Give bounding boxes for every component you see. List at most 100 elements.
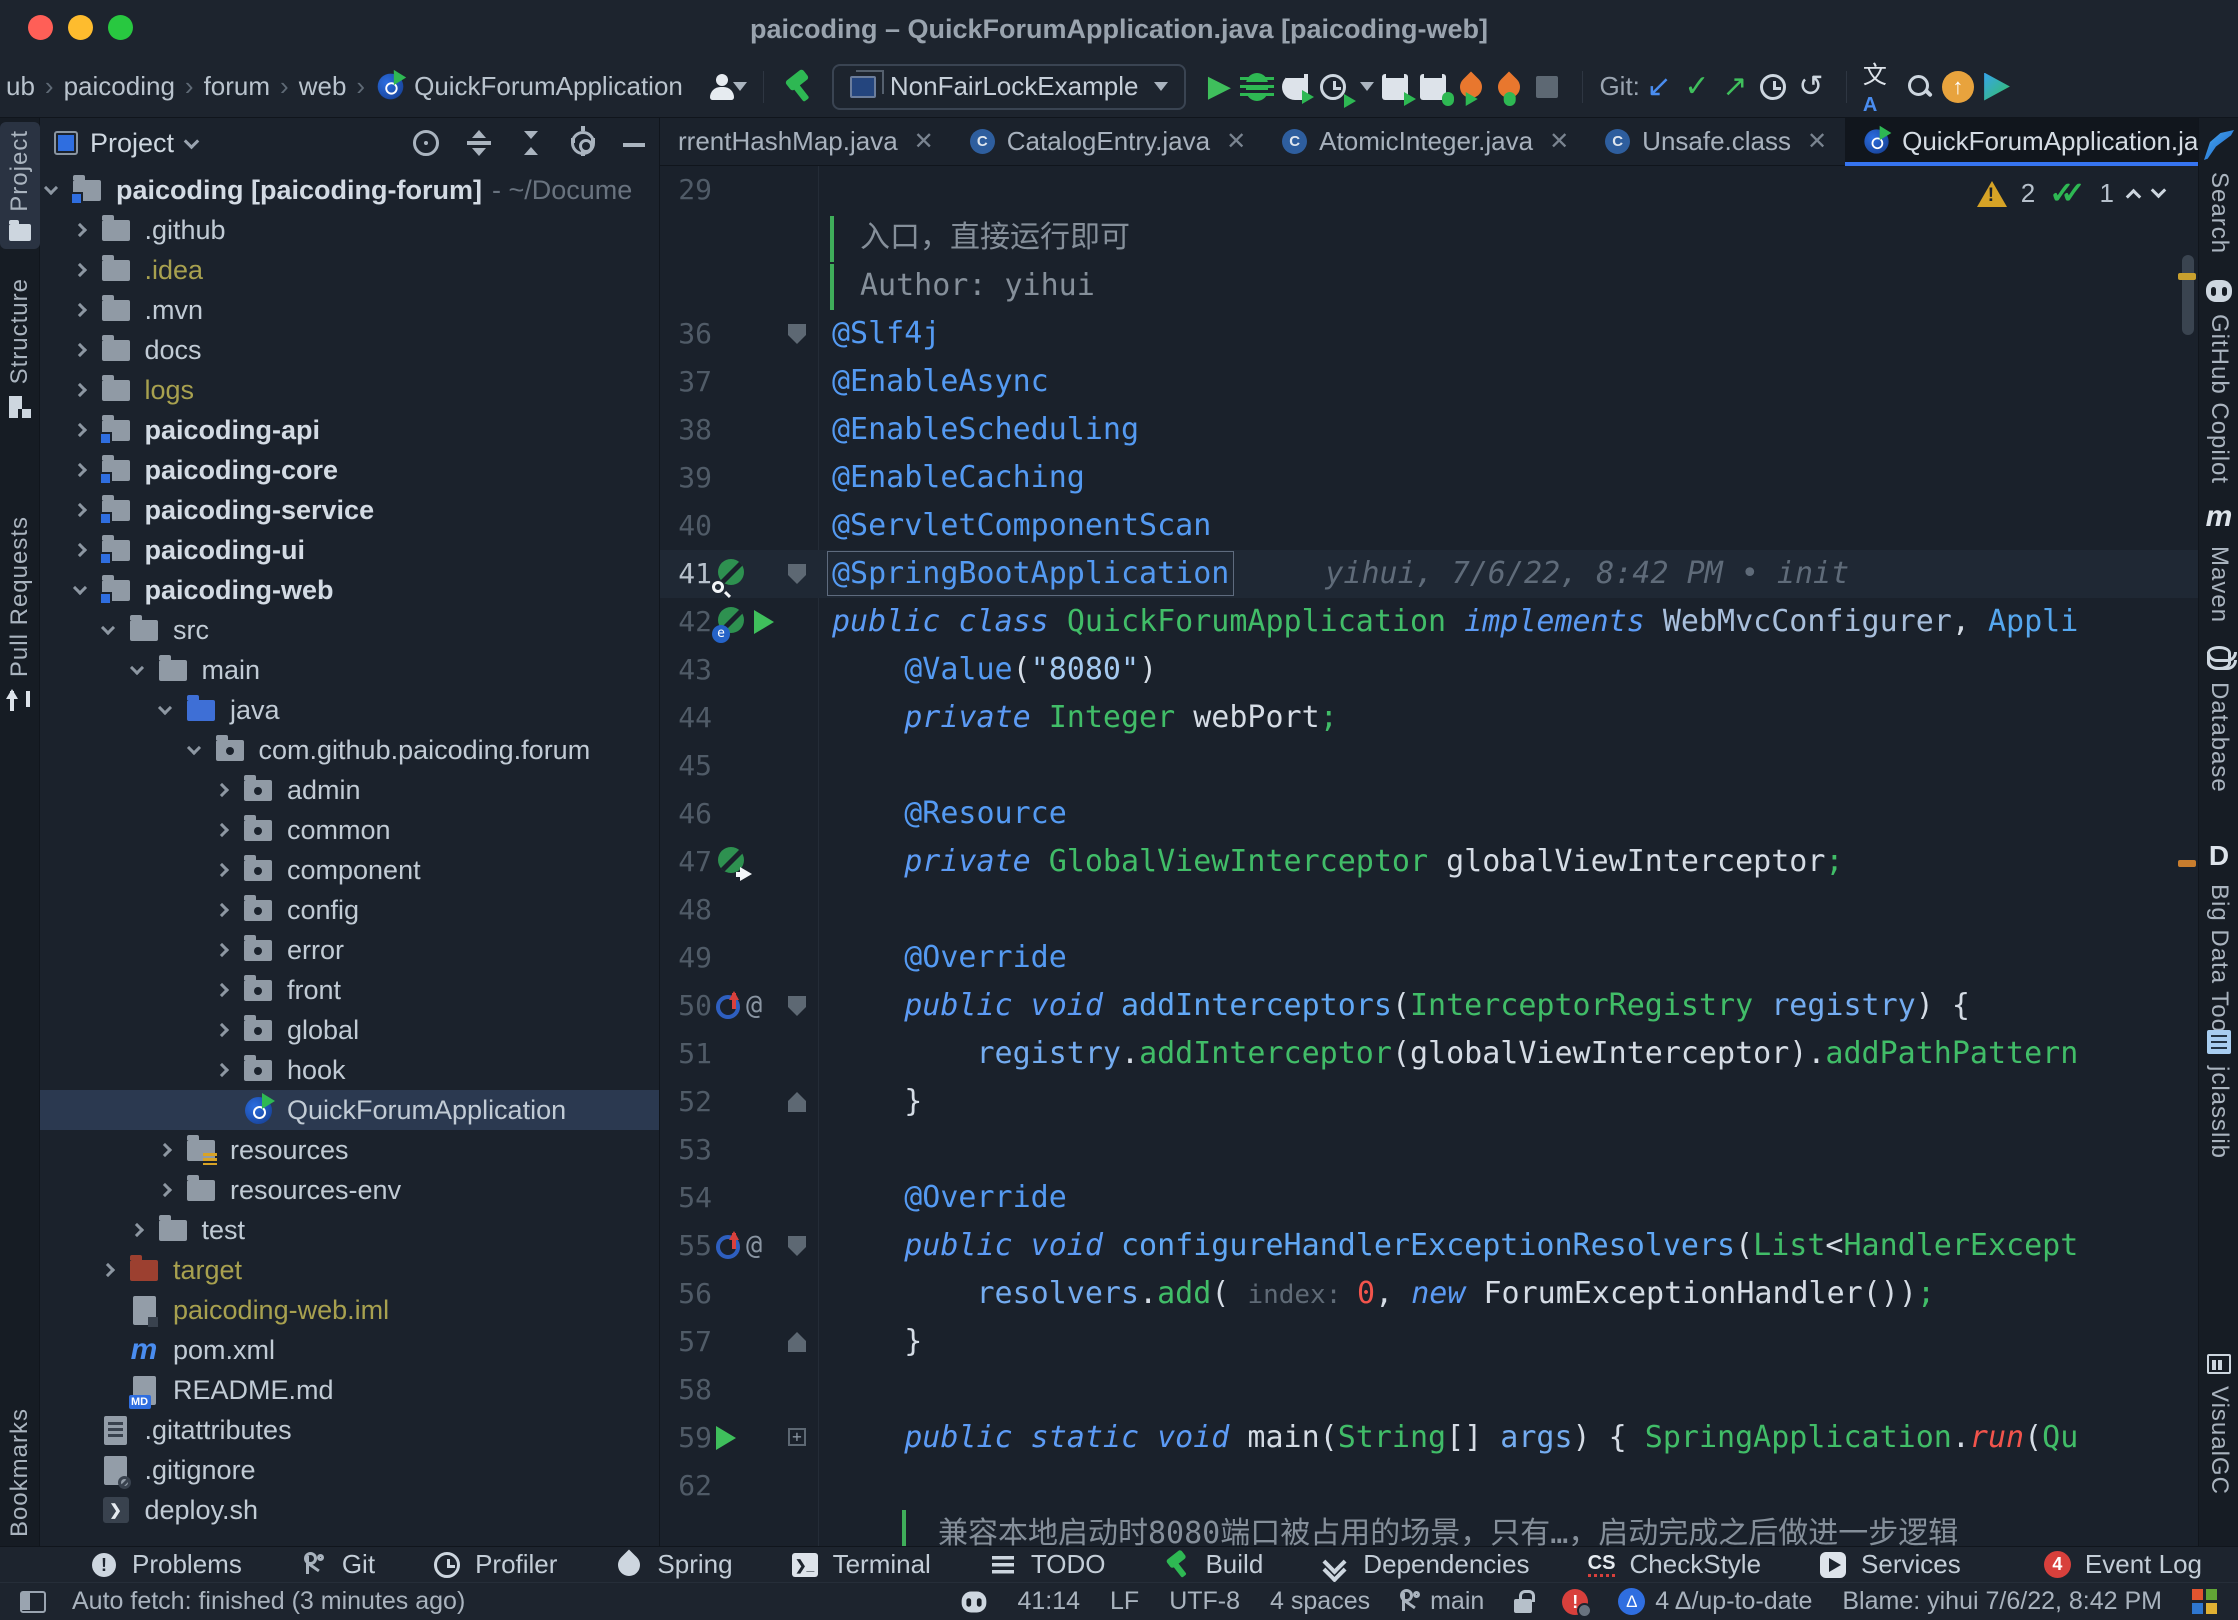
code-line-56[interactable]: 56 resolvers.add( index: 0, new ForumExc… bbox=[660, 1270, 2198, 1318]
chevron-expanded-icon[interactable] bbox=[158, 701, 172, 715]
git-push-button[interactable]: ↗ bbox=[1716, 68, 1754, 106]
code-line-55[interactable]: 55@ public void configureHandlerExceptio… bbox=[660, 1222, 2198, 1270]
tree-item-.mvn[interactable]: .mvn bbox=[40, 290, 660, 330]
toolwindow-tab-pull-requests[interactable]: Pull Requests bbox=[0, 516, 40, 713]
gradient-run-button[interactable] bbox=[1977, 68, 2015, 106]
status-widget-41-14[interactable]: 41:14 bbox=[1017, 1587, 1080, 1616]
toolwindow-tab-visualgc[interactable]: VisualGC bbox=[2199, 1354, 2238, 1495]
breadcrumb-item-paicoding[interactable]: paicoding bbox=[64, 71, 175, 102]
toolwindow-tab-search[interactable]: Search bbox=[2199, 130, 2238, 254]
status-widget-4[interactable]: Δ4 Δ/up-to-date bbox=[1618, 1587, 1812, 1616]
editor-tab-QuickForumApplication.java[interactable]: QuickForumApplication.java✕ bbox=[1845, 118, 2198, 165]
debug-button[interactable] bbox=[1238, 68, 1276, 106]
code-line-54[interactable]: 54 @Override bbox=[660, 1174, 2198, 1222]
code-line-41[interactable]: 41@SpringBootApplicationyihui, 7/6/22, 8… bbox=[660, 550, 2198, 598]
code-line-49[interactable]: 49 @Override bbox=[660, 934, 2198, 982]
user-account-button[interactable] bbox=[709, 68, 747, 106]
build-project-button[interactable] bbox=[780, 68, 818, 106]
code-line-42[interactable]: 42epublic class QuickForumApplication im… bbox=[660, 598, 2198, 646]
code-line-40[interactable]: 40@ServletComponentScan bbox=[660, 502, 2198, 550]
code-line-38[interactable]: 38@EnableScheduling bbox=[660, 406, 2198, 454]
chevron-collapsed-icon[interactable] bbox=[72, 383, 86, 397]
code-line-45[interactable]: 45 bbox=[660, 742, 2198, 790]
tree-item-component[interactable]: component bbox=[40, 850, 660, 890]
chevron-collapsed-icon[interactable] bbox=[72, 463, 86, 477]
breadcrumb[interactable]: ub›paicoding›forum›web›QuickForumApplica… bbox=[0, 71, 683, 102]
tree-item-paicoding-web[interactable]: paicoding-web bbox=[40, 570, 660, 610]
toolwindow-button-build[interactable]: Build bbox=[1163, 1549, 1263, 1580]
warning-stripe-mark[interactable] bbox=[2178, 273, 2196, 280]
close-icon[interactable]: ✕ bbox=[1226, 127, 1246, 156]
code-editor[interactable]: 29入口，直接运行即可Author: yihui36@Slf4j37@Enabl… bbox=[660, 166, 2198, 1546]
toolwindow-tab-maven[interactable]: m Maven bbox=[2199, 500, 2238, 623]
capture-memory-debug-button[interactable] bbox=[1414, 68, 1452, 106]
code-line-51[interactable]: 51 registry.addInterceptor(globalViewInt… bbox=[660, 1030, 2198, 1078]
git-history-button[interactable] bbox=[1754, 68, 1792, 106]
capture-memory-run-button[interactable] bbox=[1376, 68, 1414, 106]
chevron-collapsed-icon[interactable] bbox=[215, 903, 229, 917]
close-icon[interactable]: ✕ bbox=[914, 127, 934, 156]
tree-item-paicoding-web.iml[interactable]: paicoding-web.iml bbox=[40, 1290, 660, 1330]
close-icon[interactable]: ✕ bbox=[1807, 127, 1827, 156]
gutter-icon-beanrun[interactable]: e bbox=[716, 598, 818, 646]
toolwindow-tab-big-data-tools[interactable]: D Big Data Tools bbox=[2199, 840, 2238, 1052]
chevron-expanded-icon[interactable] bbox=[186, 741, 200, 755]
tree-item-logs[interactable]: logs bbox=[40, 370, 660, 410]
toolwindow-button-todo[interactable]: TODO bbox=[989, 1549, 1106, 1580]
tree-item-.idea[interactable]: .idea bbox=[40, 250, 660, 290]
chevron-collapsed-icon[interactable] bbox=[72, 223, 86, 237]
close-icon[interactable]: ✕ bbox=[1549, 127, 1569, 156]
code-line-52[interactable]: 52 } bbox=[660, 1078, 2198, 1126]
toolwindow-tab-jclasslib[interactable]: jclasslib bbox=[2199, 1030, 2238, 1159]
tree-item-paicoding-ui[interactable]: paicoding-ui bbox=[40, 530, 660, 570]
editor-tab-rrentHashMap.java[interactable]: rrentHashMap.java✕ bbox=[660, 118, 952, 165]
locate-file-button[interactable] bbox=[413, 130, 439, 156]
chevron-collapsed-icon[interactable] bbox=[215, 823, 229, 837]
tree-item-front[interactable]: front bbox=[40, 970, 660, 1010]
tree-item-config[interactable]: config bbox=[40, 890, 660, 930]
git-rollback-button[interactable]: ↺ bbox=[1792, 68, 1830, 106]
chevron-collapsed-icon[interactable] bbox=[215, 943, 229, 957]
code-line-36[interactable]: 36@Slf4j bbox=[660, 310, 2198, 358]
profile-button[interactable] bbox=[1314, 68, 1352, 106]
code-line-57[interactable]: 57 } bbox=[660, 1318, 2198, 1366]
fold-marker[interactable]: + bbox=[788, 1428, 806, 1446]
status-widget-LF[interactable]: LF bbox=[1110, 1587, 1139, 1616]
toolwindow-tab-database[interactable]: Database bbox=[2199, 646, 2238, 793]
toolwindow-button-dependencies[interactable]: Dependencies bbox=[1321, 1549, 1529, 1580]
tree-item-paicoding-core[interactable]: paicoding-core bbox=[40, 450, 660, 490]
code-line-44[interactable]: 44 private Integer webPort; bbox=[660, 694, 2198, 742]
fold-marker[interactable] bbox=[788, 324, 806, 344]
chevron-collapsed-icon[interactable] bbox=[72, 423, 86, 437]
tree-item-.gitignore[interactable]: .gitignore bbox=[40, 1450, 660, 1490]
chevron-expanded-icon[interactable] bbox=[101, 621, 115, 635]
code-line-58[interactable]: 58 bbox=[660, 1366, 2198, 1414]
toolwindow-layout-icon[interactable] bbox=[20, 1591, 46, 1613]
status-widget[interactable]: ! bbox=[1562, 1589, 1588, 1615]
code-line-37[interactable]: 37@EnableAsync bbox=[660, 358, 2198, 406]
code-line-48[interactable]: 48 bbox=[660, 886, 2198, 934]
toolwindow-tab-structure[interactable]: Structure bbox=[0, 278, 40, 418]
chevron-collapsed-icon[interactable] bbox=[101, 1263, 115, 1277]
toolwindow-button-spring[interactable]: Spring bbox=[615, 1549, 732, 1580]
chevron-down-icon[interactable] bbox=[184, 133, 200, 149]
toolwindow-button-profiler[interactable]: Profiler bbox=[433, 1549, 557, 1580]
code-line[interactable]: 兼容本地启动时8080端口被占用的场景，只有…，启动完成之后做进一步逻辑 bbox=[660, 1510, 2198, 1546]
tree-item-java[interactable]: java bbox=[40, 690, 660, 730]
chevron-collapsed-icon[interactable] bbox=[215, 863, 229, 877]
status-widget[interactable] bbox=[961, 1591, 987, 1613]
code-line-46[interactable]: 46 @Resource bbox=[660, 790, 2198, 838]
run-button[interactable]: ▶ bbox=[1200, 68, 1238, 106]
fold-marker[interactable] bbox=[788, 1092, 806, 1112]
status-widget[interactable] bbox=[1514, 1591, 1532, 1613]
tree-item-global[interactable]: global bbox=[40, 1010, 660, 1050]
chevron-collapsed-icon[interactable] bbox=[72, 503, 86, 517]
chevron-collapsed-icon[interactable] bbox=[158, 1143, 172, 1157]
code-line[interactable]: 入口，直接运行即可 bbox=[660, 214, 2198, 262]
gutter-icon-bean[interactable] bbox=[716, 838, 818, 886]
tree-item-.gitattributes[interactable]: .gitattributes bbox=[40, 1410, 660, 1450]
translate-button[interactable]: 文A bbox=[1863, 68, 1901, 106]
breadcrumb-item-web[interactable]: web bbox=[299, 71, 347, 102]
hide-panel-button[interactable] bbox=[623, 139, 645, 147]
chevron-collapsed-icon[interactable] bbox=[215, 983, 229, 997]
